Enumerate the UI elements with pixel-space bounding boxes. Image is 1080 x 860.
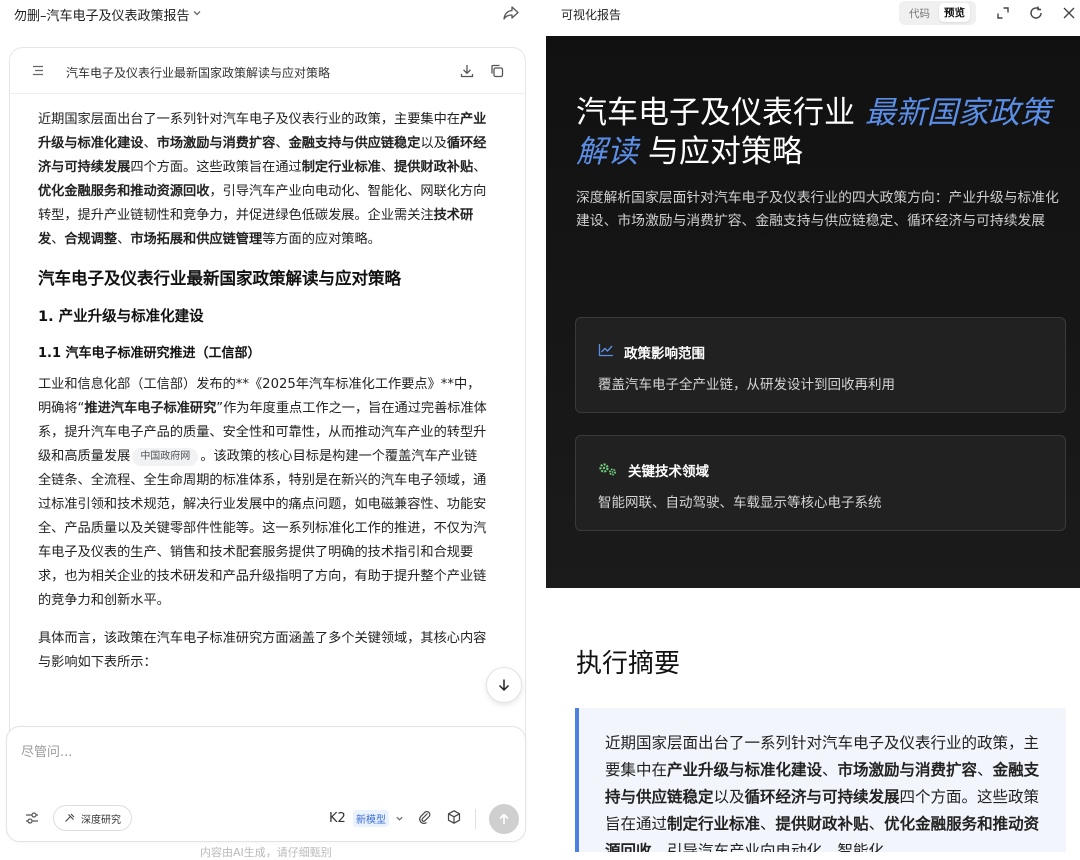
tab-preview[interactable]: 预览	[939, 3, 970, 22]
paperclip-icon[interactable]	[417, 809, 433, 825]
gears-icon	[598, 461, 618, 477]
tab-code[interactable]: 代码	[906, 5, 933, 22]
section-heading: 汽车电子及仪表行业最新国家政策解读与应对策略	[38, 269, 401, 288]
citation-badge[interactable]: 中国政府网	[132, 448, 199, 466]
chat-title[interactable]: 勿删–汽车电子及仪表政策报告	[14, 5, 190, 24]
bold-text: 市场激励与消费扩容	[837, 761, 978, 779]
summary-text: 近期国家层面出台了一系列针对汽车电子及仪表行业的政策，主要集中在产业升级与标准化…	[605, 730, 1045, 852]
copy-icon[interactable]	[489, 63, 505, 79]
preview-header: 可视化报告 代码 预览	[546, 0, 1080, 36]
expand-icon[interactable]	[995, 5, 1011, 21]
model-badge: 新模型	[353, 810, 389, 827]
hero-section: 汽车电子及仪表行业 最新国家政策解读 与应对策略 深度解析国家层面针对汽车电子及…	[546, 36, 1080, 588]
text-run: 、	[51, 232, 65, 247]
text-run: 、	[868, 815, 885, 833]
sub-subsection-heading: 1.1 汽车电子标准研究推进（工信部）	[38, 346, 261, 361]
summary-heading: 执行摘要	[576, 649, 681, 679]
key-tech-card: 关键技术领域 智能网联、自动驾驶、车载显示等核心电子系统	[575, 435, 1066, 531]
toc-icon[interactable]	[32, 65, 45, 76]
bold-text: 金融支持与供应链稳定	[288, 136, 421, 151]
send-button[interactable]	[489, 804, 519, 834]
bold-text: 制定行业标准	[301, 160, 381, 175]
chevron-down-icon[interactable]	[192, 8, 202, 18]
chevron-down-icon[interactable]	[395, 814, 404, 823]
card-title: 政策影响范围	[624, 346, 705, 362]
chat-header: 勿删–汽车电子及仪表政策报告	[0, 0, 546, 28]
model-name[interactable]: K2	[329, 811, 346, 826]
intro-paragraph: 近期国家层面出台了一系列针对汽车电子及仪表行业的政策，主要集中在产业升级与标准化…	[38, 108, 490, 252]
text-run: 、	[143, 136, 157, 151]
policy-paragraph: 工业和信息化部（工信部）发布的**《2025年汽车标准化工作要点》**中，明确将…	[38, 377, 487, 608]
telescope-icon	[64, 812, 76, 824]
text-run: 、	[117, 232, 131, 247]
text-run: 以及	[420, 136, 447, 151]
text-run: ，引导汽车产业向电动化、智能化	[651, 842, 885, 852]
document-body: 近期国家层面出台了一系列针对汽车电子及仪表行业的政策，主要集中在产业升级与标准化…	[38, 108, 490, 675]
summary-box: 近期国家层面出台了一系列针对汽车电子及仪表行业的政策，主要集中在产业升级与标准化…	[575, 708, 1066, 852]
text-run: 以及	[713, 788, 745, 806]
bold-text: 制定行业标准	[667, 815, 761, 833]
deep-research-button[interactable]: 深度研究	[53, 805, 132, 831]
document-card-header: 汽车电子及仪表行业最新国家政策解读与应对策略	[10, 48, 525, 94]
message-input[interactable]	[21, 737, 501, 767]
preview-pane: 可视化报告 代码 预览 汽车电子及仪表行业 最新国家政策解读 与应对策略 深度解…	[546, 0, 1080, 852]
message-composer: 深度研究 K2 新模型	[6, 726, 526, 842]
bold-text: 市场激励与消费扩容	[156, 136, 276, 151]
share-icon[interactable]	[502, 4, 520, 22]
subsection-heading: 1. 产业升级与标准化建设	[38, 309, 204, 325]
bold-text: 提供财政补贴	[775, 815, 869, 833]
chart-line-icon	[598, 343, 614, 357]
download-icon[interactable]	[459, 63, 475, 79]
text-run: 、	[275, 136, 289, 151]
bold-text: 产业升级与标准化建设	[667, 761, 823, 779]
card-description: 覆盖汽车电子全产业链，从研发设计到回收再利用	[598, 377, 895, 393]
send-arrow-icon	[497, 812, 511, 826]
text-run: 、	[760, 815, 776, 833]
text-run: 、	[977, 761, 993, 779]
ai-disclaimer: 内容由AI生成，请仔细甄别	[200, 846, 332, 859]
view-toggle: 代码 预览	[899, 1, 976, 25]
panel-title: 可视化报告	[561, 8, 622, 22]
cube-icon[interactable]	[446, 809, 462, 825]
policy-scope-card: 政策影响范围 覆盖汽车电子全产业链，从研发设计到回收再利用	[575, 317, 1066, 413]
settings-icon[interactable]	[19, 805, 45, 831]
chat-pane: 勿删–汽车电子及仪表政策报告 汽车电子及仪表行业最新国家政策解读与应对策略 近期…	[0, 0, 546, 859]
toolbar-divider	[475, 809, 476, 829]
text-run: 、	[473, 160, 487, 175]
bold-text: 市场拓展和供应链管理	[130, 232, 263, 247]
card-title: 关键技术领域	[628, 464, 709, 480]
arrow-down-icon	[496, 677, 512, 693]
scroll-down-button[interactable]	[486, 667, 522, 703]
document-card: 汽车电子及仪表行业最新国家政策解读与应对策略 近期国家层面出台了一系列针对汽车电…	[9, 47, 526, 787]
refresh-icon[interactable]	[1028, 5, 1044, 21]
card-description: 智能网联、自动驾驶、车载显示等核心电子系统	[598, 495, 882, 511]
bold-text: 提供财政补贴	[394, 160, 474, 175]
hero-title: 汽车电子及仪表行业 最新国家政策解读 与应对策略	[576, 95, 1051, 170]
text-run: 、	[380, 160, 395, 175]
bold-text: 优化金融服务和推动资源回收	[38, 184, 210, 199]
text-run: 近期国家层面出台了一系列针对汽车电子及仪表行业的政策，主要集中在	[38, 112, 460, 127]
bold-text: 循环经济与可持续发展	[744, 788, 900, 806]
bold-text: 合规调整	[64, 232, 118, 247]
text-run: 四个方面。这些政策旨在通过	[130, 160, 302, 175]
text-run: 等方面的应对策略。	[262, 232, 381, 247]
details-paragraph: 具体而言，该政策在汽车电子标准研究方面涵盖了多个关键领域，其核心内容与影响如下表…	[38, 631, 487, 670]
text-run: 、	[822, 761, 838, 779]
document-title: 汽车电子及仪表行业最新国家政策解读与应对策略	[66, 66, 331, 80]
close-icon[interactable]	[1061, 5, 1077, 21]
hero-subtitle: 深度解析国家层面针对汽车电子及仪表行业的四大政策方向：产业升级与标准化建设、市场…	[576, 190, 1059, 229]
